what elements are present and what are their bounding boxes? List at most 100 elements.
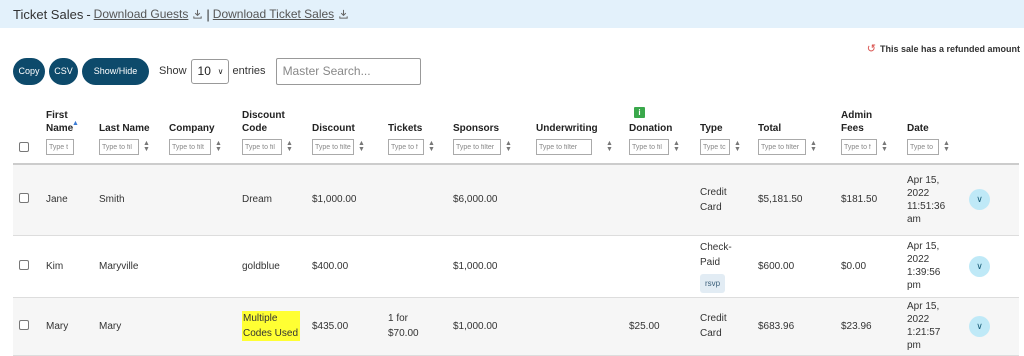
type-text: Credit Card <box>700 186 727 213</box>
tickets-cell <box>382 164 447 236</box>
column-header-date[interactable]: Date ▲▼ <box>901 92 963 165</box>
download-guests-link[interactable]: Download Guests <box>94 7 189 21</box>
column-header-last-name[interactable]: Last Name ▲▼ <box>93 92 163 165</box>
master-search-input[interactable] <box>275 57 421 85</box>
discount-code-highlight: Multiple Codes Used <box>242 311 300 341</box>
date-cell: Apr 15, 2022 1:21:57 pm <box>901 297 963 356</box>
filter-input-first-name[interactable] <box>46 139 74 155</box>
ticket-sales-table: First Name ▲ Last Name ▲▼ Company ▲▼ <box>13 92 1019 356</box>
discount-code-cell: Multiple Codes Used <box>236 297 306 356</box>
date-cell: Apr 15, 2022 1:39:56 pm <box>901 235 963 298</box>
expand-cell: ∨ <box>963 297 1019 356</box>
filter-input-tickets[interactable] <box>388 139 424 155</box>
csv-button[interactable]: CSV <box>49 57 78 85</box>
show-hide-button[interactable]: Show/Hide <box>82 57 149 85</box>
column-header-underwriting[interactable]: Underwriting ▲▼ <box>530 92 623 165</box>
total-cell: $683.96 <box>752 297 835 356</box>
download-ticket-sales-link[interactable]: Download Ticket Sales <box>213 7 334 21</box>
sort-icon: ▲ ▼ <box>215 140 222 153</box>
column-label: Admin Fees <box>841 110 873 134</box>
column-header-company[interactable]: Company ▲▼ <box>163 92 236 165</box>
expand-row-button[interactable]: ∨ <box>969 315 990 337</box>
copy-button[interactable]: Copy <box>13 57 45 85</box>
column-header-sponsors[interactable]: Sponsors ▲▼ <box>447 92 530 165</box>
type-text: Credit Card <box>700 313 727 339</box>
column-label: Tickets <box>388 123 423 134</box>
page-title: Ticket Sales <box>13 6 84 22</box>
expand-row-button[interactable]: ∨ <box>969 255 990 277</box>
title-separator: - <box>86 6 91 22</box>
tickets-cell: 1 for $70.00 <box>382 297 447 356</box>
column-label: Sponsors <box>453 123 500 134</box>
sort-icon: ▲ ▼ <box>358 140 365 153</box>
filter-input-discount[interactable] <box>312 139 354 155</box>
table-row[interactable]: Jane Smith Dream $1,000.00 $6,000.00 Cre… <box>13 164 1019 236</box>
filter-input-admin-fees[interactable] <box>841 139 877 155</box>
filter-input-donation[interactable] <box>629 139 669 155</box>
column-label: Company <box>169 123 215 134</box>
tickets-text: 1 for $70.00 <box>388 313 419 339</box>
column-label: First Name <box>46 110 74 134</box>
entries-select[interactable]: 10 ∨ <box>190 58 229 84</box>
row-select-cell <box>13 235 40 298</box>
column-label: Last Name <box>99 123 150 134</box>
company-cell <box>163 164 236 236</box>
row-checkbox[interactable] <box>19 193 29 204</box>
sort-icon: ▲ ▼ <box>943 140 950 153</box>
chevron-down-icon: ∨ <box>976 194 983 205</box>
sort-icon: ▲ ▼ <box>505 140 512 153</box>
column-label: Date <box>907 123 929 134</box>
discount-code-cell: goldblue <box>236 235 306 298</box>
info-icon[interactable]: i <box>634 107 645 118</box>
column-header-first-name[interactable]: First Name ▲ <box>40 92 93 165</box>
column-header-total[interactable]: Total ▲▼ <box>752 92 835 165</box>
filter-input-last-name[interactable] <box>99 139 139 155</box>
sort-icon: ▲ ▼ <box>606 140 613 153</box>
filter-input-discount-code[interactable] <box>242 139 282 155</box>
underwriting-cell <box>530 164 623 236</box>
select-all-header <box>13 92 40 165</box>
page-header: Ticket Sales - Download Guests | Downloa… <box>0 0 1024 28</box>
discount-cell: $1,000.00 <box>306 164 382 236</box>
table-row[interactable]: Mary Mary Multiple Codes Used $435.00 1 … <box>13 297 1019 356</box>
column-header-discount[interactable]: Discount ▲▼ <box>306 92 382 165</box>
sort-icon: ▲ ▼ <box>143 140 150 153</box>
column-header-donation[interactable]: i Donation ▲▼ <box>623 92 694 165</box>
type-cell: Credit Card <box>694 164 752 236</box>
donation-cell: $25.00 <box>623 297 694 356</box>
sort-icon: ▲ ▼ <box>734 140 741 153</box>
column-header-discount-code[interactable]: Discount Code ▲▼ <box>236 92 306 165</box>
admin-fees-cell: $0.00 <box>835 235 901 298</box>
row-checkbox[interactable] <box>19 319 29 330</box>
filter-input-total[interactable] <box>758 139 806 155</box>
sponsors-cell: $1,000.00 <box>447 235 530 298</box>
discount-code-cell: Dream <box>236 164 306 236</box>
filter-input-sponsors[interactable] <box>453 139 501 155</box>
type-cell: Credit Card <box>694 297 752 356</box>
sort-ascending-icon: ▲ <box>72 120 79 127</box>
download-icon[interactable] <box>338 9 349 20</box>
refund-legend: ↺ This sale has a refunded amount <box>867 42 1020 55</box>
table-header-row: First Name ▲ Last Name ▲▼ Company ▲▼ <box>13 92 1019 165</box>
type-cell: Check-Paid rsvp <box>694 235 752 298</box>
filter-input-type[interactable] <box>700 139 730 155</box>
column-header-tickets[interactable]: Tickets ▲▼ <box>382 92 447 165</box>
date-cell: Apr 15, 2022 11:51:36 am <box>901 164 963 236</box>
row-checkbox[interactable] <box>19 259 29 270</box>
column-label: Type <box>700 123 723 134</box>
discount-cell: $435.00 <box>306 297 382 356</box>
filter-input-underwriting[interactable] <box>536 139 592 155</box>
expand-header <box>963 92 1019 165</box>
show-label: Show <box>159 65 187 77</box>
column-header-type[interactable]: Type ▲▼ <box>694 92 752 165</box>
chevron-down-icon: ∨ <box>976 320 983 331</box>
refund-legend-text: This sale has a refunded amount <box>879 43 1020 54</box>
column-header-admin-fees[interactable]: Admin Fees ▲▼ <box>835 92 901 165</box>
expand-row-button[interactable]: ∨ <box>969 189 990 211</box>
select-all-checkbox[interactable] <box>19 142 29 152</box>
download-icon[interactable] <box>192 9 203 20</box>
filter-input-date[interactable] <box>907 139 939 155</box>
table-row[interactable]: Kim Maryville goldblue $400.00 $1,000.00… <box>13 235 1019 298</box>
donation-cell <box>623 164 694 236</box>
filter-input-company[interactable] <box>169 139 211 155</box>
